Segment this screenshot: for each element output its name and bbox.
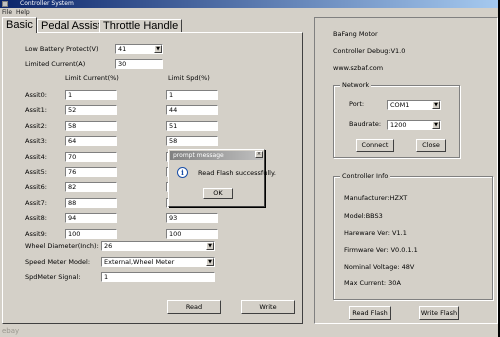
assist-label: Assit3: (25, 137, 47, 146)
chevron-down-icon[interactable]: ▼ (432, 101, 440, 109)
port-value: COM1 (390, 101, 410, 109)
close-button[interactable]: Close (416, 139, 446, 152)
menu-file[interactable]: File (2, 8, 12, 17)
spdmeter-signal-label: SpdMeter Signal: (25, 273, 81, 281)
write-flash-button[interactable]: Write Flash (419, 306, 459, 320)
limit-current-header: Limit Current(%) (65, 74, 119, 82)
port-label: Port: (349, 100, 365, 108)
assist-label: Assit7: (25, 198, 47, 207)
close-icon[interactable]: × (255, 151, 263, 158)
company-name: BaFang Motor (333, 30, 378, 38)
assist-current-input[interactable] (65, 182, 117, 193)
max-current-text: Max Current: 30A (344, 279, 401, 287)
assist-current-input[interactable] (65, 90, 117, 100)
read-flash-button[interactable]: Read Flash (349, 306, 391, 320)
wheel-diameter-label: Wheel Diameter(Inch): (25, 242, 99, 250)
model-text: Model:BBS3 (344, 212, 383, 220)
connect-button[interactable]: Connect (356, 139, 394, 152)
window-title: Controller System (20, 0, 74, 7)
low-battery-select[interactable]: 41 ▼ (115, 44, 163, 54)
write-button[interactable]: Write (241, 300, 295, 314)
chevron-down-icon[interactable]: ▼ (154, 45, 162, 53)
assist-current-input[interactable] (65, 151, 117, 162)
assist-current-input[interactable] (65, 213, 117, 224)
network-group: Network Port: COM1 ▼ Baudrate: 1200 ▼ Co… (333, 81, 460, 158)
chevron-down-icon[interactable]: ▼ (432, 121, 440, 129)
assist-current-input[interactable] (65, 136, 117, 147)
tab-pedal-assist[interactable]: Pedal Assist (37, 19, 105, 33)
prompt-dialog: prompt message × i Read Flash successful… (168, 149, 276, 207)
assist-current-input[interactable] (65, 167, 117, 177)
controller-info-group: Controller Info Manufacturer:HZXT Model:… (333, 172, 493, 300)
assist-speed-input[interactable] (166, 136, 218, 147)
port-select[interactable]: COM1 ▼ (387, 100, 441, 110)
title-bar: Controller System (0, 0, 500, 8)
baudrate-label: Baudrate: (349, 120, 382, 128)
chevron-down-icon[interactable]: ▼ (206, 242, 214, 250)
assist-label: Assit5: (25, 168, 47, 176)
manufacturer-text: Manufacturer:HZXT (344, 194, 408, 202)
speed-meter-model-select[interactable]: External,Wheel Meter ▼ (101, 257, 215, 267)
assist-label: Assit0: (25, 91, 47, 99)
assist-label: Assit2: (25, 121, 47, 130)
assist-label: Assit4: (25, 152, 47, 161)
info-panel: BaFang Motor Controller Debug:V1.0 www.s… (314, 17, 498, 324)
assist-current-input[interactable] (65, 228, 117, 239)
read-button[interactable]: Read (167, 300, 221, 314)
tab-basic[interactable]: Basic (2, 17, 37, 33)
ok-button[interactable]: OK (203, 188, 233, 199)
app-icon (2, 1, 8, 7)
assist-current-input[interactable] (65, 120, 117, 131)
assist-label: Assit8: (25, 214, 47, 223)
assist-speed-input[interactable] (166, 120, 218, 131)
dialog-message: Read Flash successfully. (198, 169, 276, 177)
website: www.szbaf.com (333, 64, 384, 72)
hardware-version-text: Hareware Ver: V1.1 (344, 229, 407, 237)
menu-bar: File Help (0, 8, 500, 17)
chevron-down-icon[interactable]: ▼ (206, 258, 214, 266)
speed-meter-model-value: External,Wheel Meter (104, 258, 175, 266)
wheel-diameter-value: 26 (104, 242, 113, 250)
low-battery-value: 41 (118, 45, 127, 53)
low-battery-label: Low Battery Protect(V) (25, 45, 99, 53)
assist-current-input[interactable] (65, 197, 117, 208)
tab-throttle-handle[interactable]: Throttle Handle (99, 19, 183, 33)
debug-version: Controller Debug:V1.0 (333, 47, 406, 55)
menu-help[interactable]: Help (16, 8, 30, 17)
speed-meter-model-label: Speed Meter Model: (25, 258, 91, 266)
assist-label: Assit1: (25, 106, 47, 115)
info-icon: i (177, 167, 188, 178)
spdmeter-signal-input[interactable] (101, 272, 215, 282)
assist-speed-input[interactable] (166, 213, 218, 224)
assist-label: Assit9: (25, 229, 47, 238)
assist-label: Assit6: (25, 183, 47, 192)
firmware-version-text: Firmware Ver: V0.0.1.1 (344, 246, 418, 254)
watermark: ebay (2, 327, 20, 335)
assist-current-input[interactable] (65, 105, 117, 116)
network-title: Network (340, 81, 372, 89)
limited-current-input[interactable] (115, 59, 163, 69)
assist-speed-input[interactable] (166, 105, 218, 116)
baudrate-select[interactable]: 1200 ▼ (387, 120, 441, 130)
assist-speed-input[interactable] (166, 90, 218, 100)
nominal-voltage-text: Nominal Voltage: 48V (344, 263, 415, 271)
limited-current-label: Limited Current(A) (25, 60, 86, 68)
baudrate-value: 1200 (390, 121, 407, 129)
controller-info-title: Controller Info (340, 172, 391, 180)
wheel-diameter-select[interactable]: 26 ▼ (101, 241, 215, 251)
dialog-title: prompt message (170, 151, 263, 160)
assist-speed-input[interactable] (166, 228, 218, 239)
limit-speed-header: Limit Spd(%) (168, 74, 210, 82)
